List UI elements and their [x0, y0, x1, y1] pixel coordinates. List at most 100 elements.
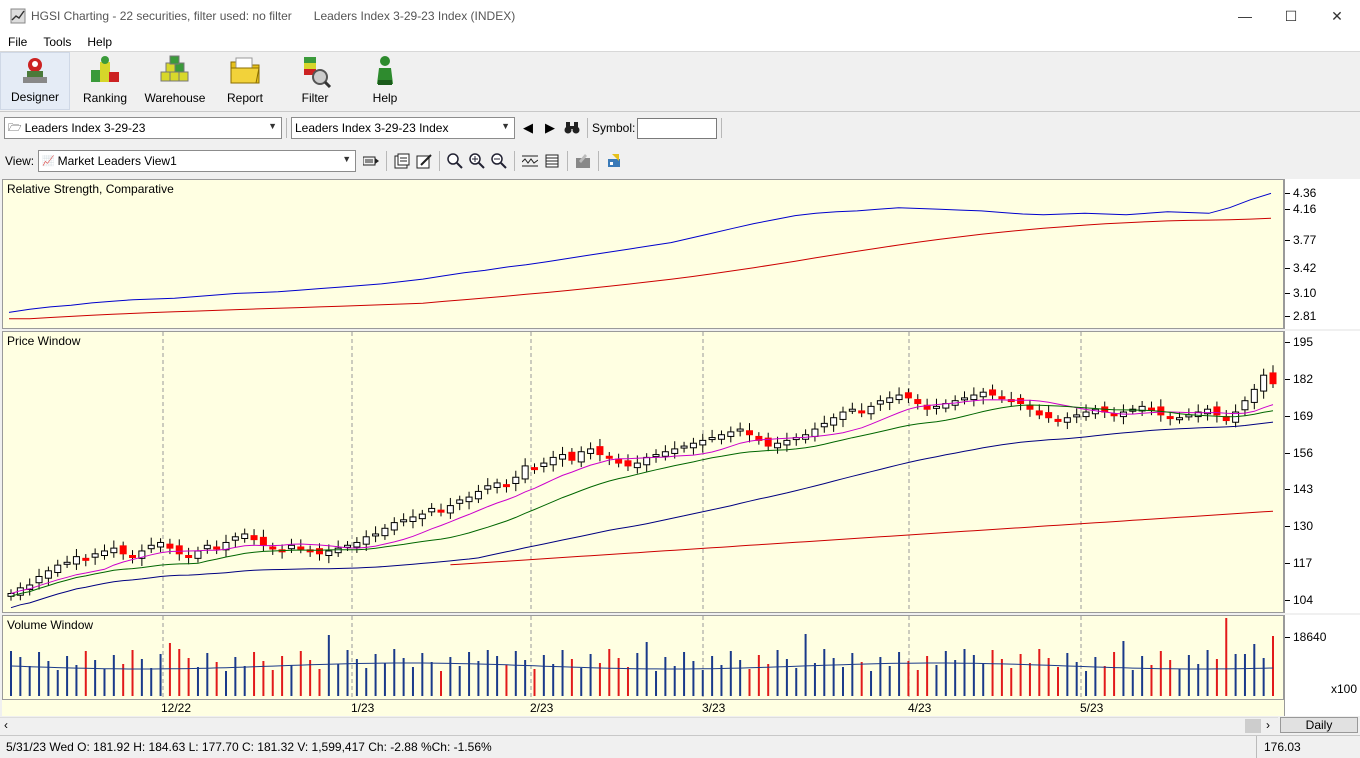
ranking-icon: [91, 56, 119, 82]
candle-body: [680, 445, 688, 449]
zoom-in-icon[interactable]: [466, 150, 488, 172]
view-options-icon[interactable]: [360, 150, 382, 172]
candle-body: [661, 451, 669, 457]
previous-arrow-icon[interactable]: ◀: [517, 117, 539, 139]
menu-file[interactable]: File: [0, 35, 35, 49]
candle-body: [1045, 412, 1053, 419]
filter-button[interactable]: Filter: [280, 52, 350, 110]
next-arrow-icon[interactable]: ▶: [539, 117, 561, 139]
horizontal-scrollbar[interactable]: ‹ ›: [0, 717, 1278, 734]
volume-axis: 18640 x100: [1284, 615, 1360, 700]
candle-body: [932, 405, 940, 409]
warehouse-label: Warehouse: [144, 91, 206, 105]
candle-body: [848, 408, 856, 412]
view-dropdown[interactable]: 📈 Market Leaders View1 ▼: [38, 150, 357, 172]
list-dropdown[interactable]: 🗁 Leaders Index 3-29-23 ▼: [4, 117, 282, 139]
candle-body: [63, 561, 71, 565]
volume-pane[interactable]: Volume Window: [2, 615, 1284, 700]
divider: [567, 151, 569, 171]
view-dropdown-value: Market Leaders View1: [57, 154, 177, 168]
axis-tick-label: 169: [1284, 408, 1314, 423]
candle-body: [1054, 418, 1062, 422]
ranking-button[interactable]: Ranking: [70, 52, 140, 110]
view-label: View:: [5, 154, 35, 168]
candle-body: [250, 535, 258, 541]
ranking-label: Ranking: [82, 91, 128, 105]
candle-body: [372, 533, 380, 537]
axis-tick-label: 4.36: [1284, 186, 1317, 200]
candle-body: [418, 513, 426, 520]
divider: [587, 118, 588, 138]
candle-body: [970, 394, 978, 401]
menu-tools[interactable]: Tools: [35, 35, 79, 49]
data-table-icon[interactable]: [541, 150, 563, 172]
candle-body: [633, 462, 641, 469]
report-button[interactable]: Report: [210, 52, 280, 110]
folder-small-icon: 🗁: [8, 121, 22, 134]
date-label: 4/23: [908, 701, 932, 715]
candle-body: [185, 555, 193, 559]
candle-body: [530, 467, 538, 471]
volume-tick: 18640: [1284, 630, 1327, 644]
candle-body: [259, 536, 267, 546]
binoculars-icon[interactable]: [561, 117, 583, 139]
candle-body: [671, 448, 679, 454]
relative-strength-pane[interactable]: Relative Strength, Comparative: [2, 179, 1284, 329]
candle-body: [1213, 406, 1221, 416]
candle-body: [643, 456, 651, 466]
export-icon[interactable]: [603, 150, 625, 172]
candle-body: [839, 411, 847, 420]
scroll-left-icon[interactable]: ‹: [4, 718, 8, 732]
candle-body: [493, 482, 501, 488]
edit-chart-icon[interactable]: [413, 150, 435, 172]
symbol-label: Symbol:: [592, 121, 636, 135]
candle-body: [82, 557, 90, 561]
candle-body: [474, 490, 482, 500]
candle-body: [540, 462, 548, 467]
close-button[interactable]: ✕: [1314, 0, 1360, 32]
scroll-right-icon[interactable]: ›: [1266, 718, 1270, 732]
help-button[interactable]: Help: [350, 52, 420, 110]
candle-body: [297, 546, 305, 550]
zoom-out-icon[interactable]: [488, 150, 510, 172]
zoom-icon[interactable]: [444, 150, 466, 172]
slow-moving-average-line: [10, 421, 1274, 609]
minimize-button[interactable]: —: [1222, 0, 1268, 32]
chart-properties-icon[interactable]: [391, 150, 413, 172]
candle-body: [652, 454, 660, 458]
maximize-button[interactable]: ☐: [1268, 0, 1314, 32]
relative-strength-average-line: [9, 217, 1272, 320]
axis-tick-label: 130: [1284, 519, 1314, 534]
volume-window-title: Volume Window: [7, 618, 94, 632]
window-subtitle: Leaders Index 3-29-23 Index (INDEX): [313, 9, 516, 23]
candle-body: [437, 509, 445, 513]
candle-body: [736, 428, 744, 432]
selector-row: 🗁 Leaders Index 3-29-23 ▼ Leaders Index …: [0, 114, 1360, 142]
drawing-tool-icon[interactable]: [572, 150, 594, 172]
chevron-down-icon: ▼: [342, 154, 352, 164]
axis-tick-label: 195: [1284, 335, 1314, 349]
symbol-input[interactable]: [637, 117, 718, 139]
fast-moving-average-line: [10, 399, 1274, 594]
candle-body: [512, 476, 520, 484]
security-dropdown[interactable]: Leaders Index 3-29-23 Index ▼: [291, 117, 515, 139]
candle-body: [147, 544, 155, 550]
price-pane[interactable]: Price Window: [2, 331, 1284, 613]
timeframe-button[interactable]: Daily: [1280, 717, 1358, 733]
app-icon: [10, 8, 26, 24]
candle-body: [203, 544, 211, 550]
view-row: View: 📈 Market Leaders View1 ▼: [0, 147, 1360, 175]
warehouse-icon: [160, 55, 189, 82]
candle-body: [325, 550, 333, 557]
scrollbar-thumb[interactable]: [1245, 719, 1261, 733]
warehouse-button[interactable]: Warehouse: [140, 52, 210, 110]
candle-body: [428, 507, 436, 513]
indicator-icon[interactable]: [519, 150, 541, 172]
candle-body: [456, 499, 464, 504]
designer-button[interactable]: Designer: [0, 52, 70, 110]
divider: [514, 151, 516, 171]
menu-help[interactable]: Help: [79, 35, 120, 49]
candle-body: [1269, 372, 1277, 385]
candle-body: [484, 485, 492, 490]
candle-body: [521, 465, 529, 480]
